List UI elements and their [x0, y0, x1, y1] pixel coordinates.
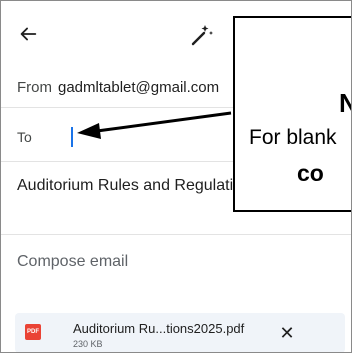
callout-text: N For blank co [235, 18, 351, 210]
attachment-size: 230 KB [73, 339, 103, 349]
text-caret [71, 127, 73, 147]
divider [1, 234, 351, 235]
attachment-name: Auditorium Ru...tions2025.pdf [73, 321, 245, 336]
magic-wand-icon[interactable] [187, 21, 215, 49]
callout-title: N [339, 88, 351, 119]
close-icon[interactable]: ✕ [277, 323, 297, 343]
compose-email-body[interactable] [17, 251, 317, 273]
pdf-icon: PDF [25, 324, 41, 340]
attachment-chip[interactable]: PDF Auditorium Ru...tions2025.pdf 230 KB… [15, 313, 345, 352]
callout-line1: For blank [249, 126, 337, 149]
arrow-left-icon[interactable] [17, 23, 39, 45]
compose-screen: From gadmltablet@gmail.com To Auditorium … [0, 0, 352, 353]
to-input[interactable] [59, 125, 99, 149]
to-label: To [17, 129, 32, 145]
callout-line2: co [297, 160, 324, 186]
instruction-callout-box: N For blank co [233, 16, 351, 212]
from-field[interactable]: From gadmltablet@gmail.com [17, 79, 219, 96]
from-value[interactable]: gadmltablet@gmail.com [58, 79, 219, 96]
from-label: From [17, 79, 52, 96]
